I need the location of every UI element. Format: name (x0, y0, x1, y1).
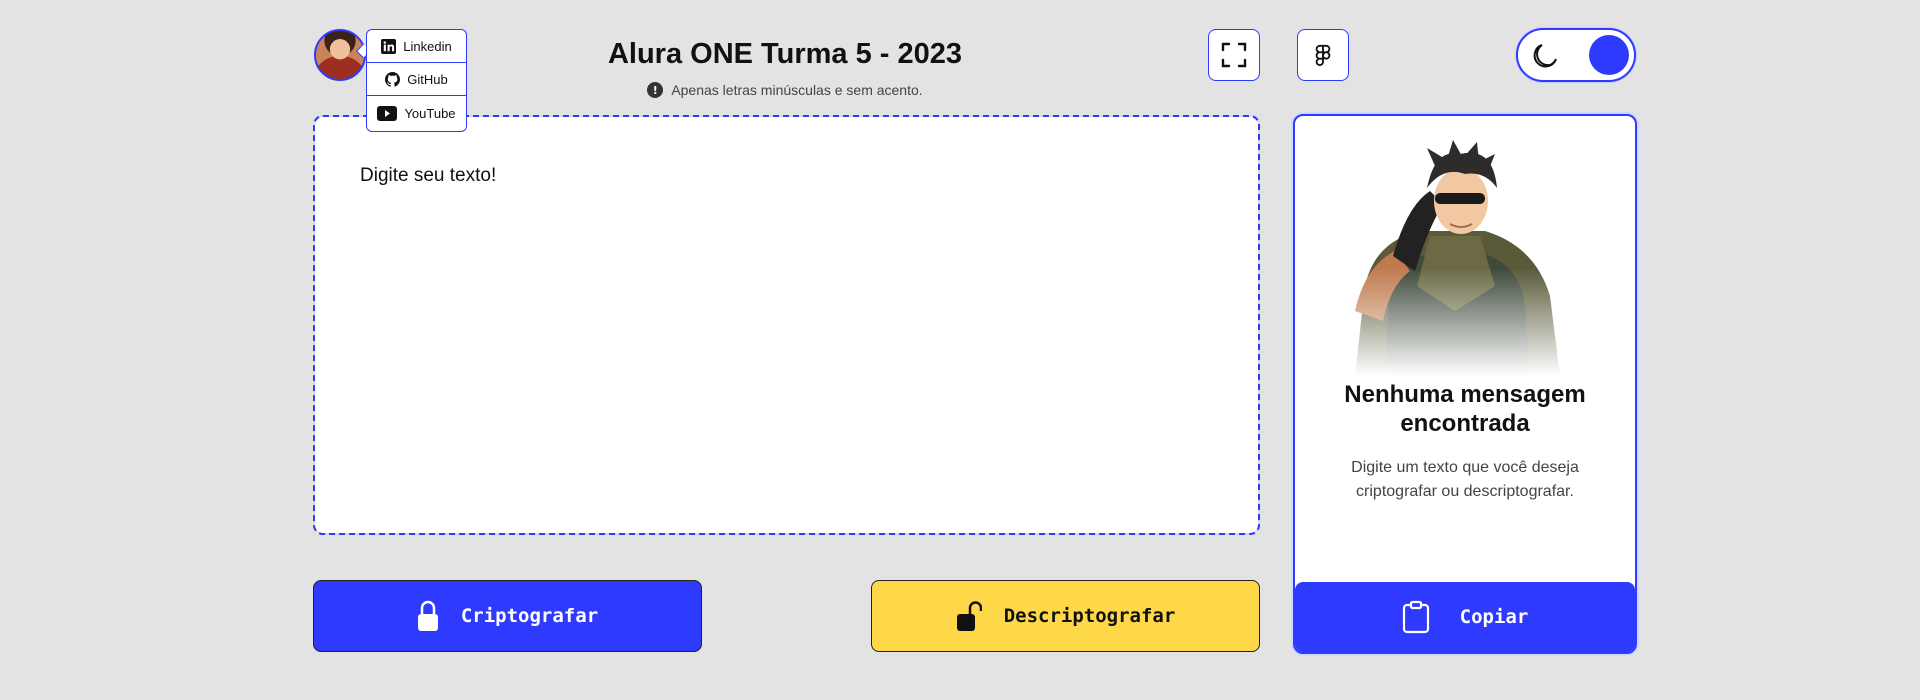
social-label: YouTube (404, 106, 456, 121)
social-menu: Linkedin GitHub YouTube (366, 29, 467, 132)
text-editor-frame (313, 115, 1260, 535)
unlock-icon (956, 601, 982, 631)
social-item-linkedin[interactable]: Linkedin (367, 30, 466, 63)
decrypt-label: Descriptografar (1003, 605, 1176, 627)
github-icon (385, 71, 401, 87)
clipboard-icon (1402, 600, 1429, 634)
info-icon: ! (647, 82, 664, 98)
avatar[interactable] (314, 29, 366, 81)
decrypt-button[interactable]: Descriptografar (871, 580, 1260, 652)
toggle-knob[interactable] (1589, 35, 1629, 75)
hint: ! Apenas letras minúsculas e sem acento. (560, 82, 1010, 98)
lock-icon (417, 600, 438, 631)
fullscreen-button[interactable] (1208, 29, 1260, 81)
copy-label: Copiar (1459, 606, 1529, 628)
theme-toggle[interactable] (1516, 28, 1636, 82)
copy-button[interactable]: Copiar (1295, 582, 1635, 652)
output-panel: Nenhuma mensagem encontrada Digite um te… (1293, 114, 1637, 654)
character-illustration (1335, 136, 1575, 376)
fullscreen-icon (1221, 42, 1247, 68)
social-item-github[interactable]: GitHub (367, 63, 466, 96)
hint-text: Apenas letras minúsculas e sem acento. (671, 82, 923, 98)
linkedin-icon (381, 38, 397, 54)
encrypt-label: Criptografar (460, 605, 599, 627)
figma-icon (1315, 44, 1331, 66)
empty-state-text: Digite um texto que você deseja criptogr… (1351, 459, 1579, 500)
moon-icon (1533, 44, 1557, 68)
social-label: GitHub (407, 71, 448, 87)
encrypt-button[interactable]: Criptografar (313, 580, 702, 652)
text-input[interactable] (360, 165, 1210, 485)
figma-button[interactable] (1297, 29, 1349, 81)
social-label: Linkedin (403, 38, 452, 54)
empty-state-title: Nenhuma mensagem encontrada (1344, 381, 1586, 437)
social-item-youtube[interactable]: YouTube (367, 96, 466, 131)
page-title: Alura ONE Turma 5 - 2023 (607, 38, 963, 70)
youtube-icon (377, 106, 398, 121)
